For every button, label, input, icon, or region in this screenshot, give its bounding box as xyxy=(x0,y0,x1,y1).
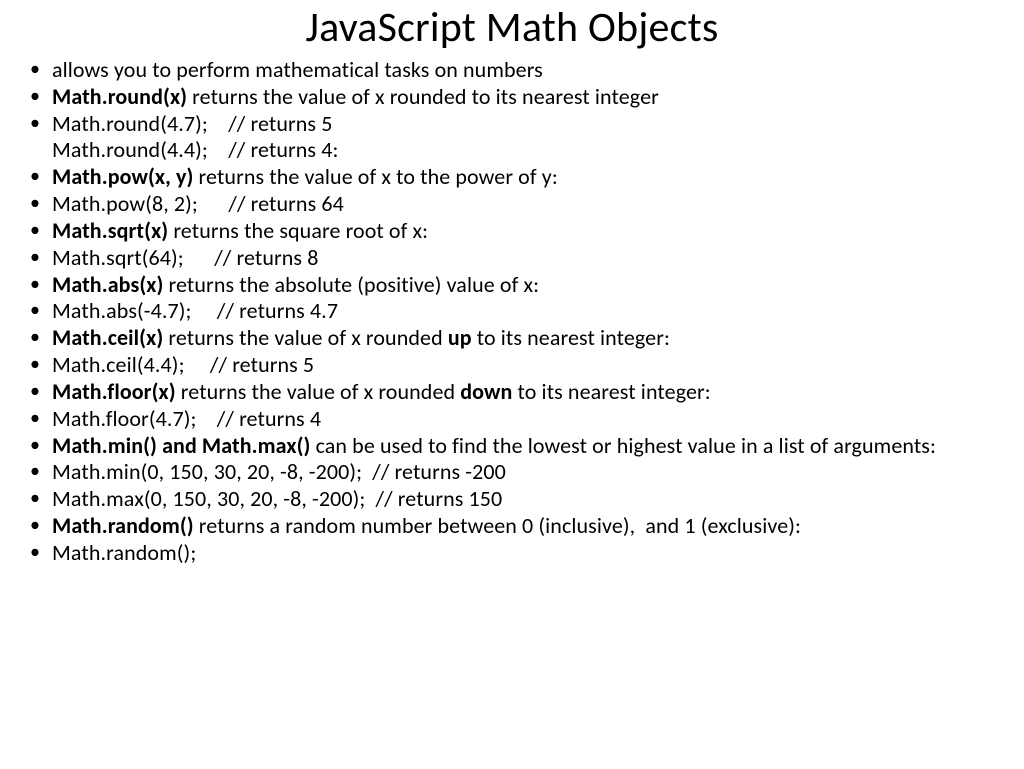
list-text: returns the value of x rounded xyxy=(176,378,461,405)
list-text-bold: up xyxy=(448,324,472,351)
list-text: can be used to find the lowest or highes… xyxy=(311,432,937,459)
list-item: Math.pow(8, 2); // returns 64 xyxy=(24,191,1006,218)
list-text-bold: Math.random() xyxy=(52,512,194,539)
list-text: returns the value of x rounded to its ne… xyxy=(187,83,659,110)
list-text: returns a random number between 0 (inclu… xyxy=(194,512,801,539)
list-text: Math.random(); xyxy=(52,539,196,566)
list-text: Math.round(4.7); // returns 5 xyxy=(52,110,332,137)
list-item: Math.sqrt(64); // returns 8 xyxy=(24,245,1006,272)
slide-title: JavaScript Math Objects xyxy=(18,2,1006,53)
list-item: Math.random() returns a random number be… xyxy=(24,513,1006,540)
list-item: allows you to perform mathematical tasks… xyxy=(24,57,1006,84)
list-text: allows you to perform mathematical tasks… xyxy=(52,56,543,83)
list-text: returns the value of x rounded xyxy=(163,324,448,351)
list-text: returns the value of x to the power of y… xyxy=(193,163,557,190)
list-text: Math.min(0, 150, 30, 20, -8, -200); // r… xyxy=(52,458,506,485)
list-item: Math.sqrt(x) returns the square root of … xyxy=(24,218,1006,245)
list-item: Math.min() and Math.max() can be used to… xyxy=(24,433,1006,460)
list-text-bold: Math.round(x) xyxy=(52,83,187,110)
bullet-list: allows you to perform mathematical tasks… xyxy=(24,57,1006,567)
list-text: Math.max(0, 150, 30, 20, -8, -200); // r… xyxy=(52,485,502,512)
list-text-bold: Math.ceil(x) xyxy=(52,324,163,351)
list-text-bold: Math.pow(x, y) xyxy=(52,163,193,190)
list-text: Math.floor(4.7); // returns 4 xyxy=(52,405,321,432)
list-text: Math.ceil(4.4); // returns 5 xyxy=(52,351,314,378)
list-text-bold: Math.min() and Math.max() xyxy=(52,432,311,459)
slide-content: JavaScript Math Objects allows you to pe… xyxy=(0,2,1024,769)
list-text: to its nearest integer: xyxy=(512,378,710,405)
list-text: to its nearest integer: xyxy=(472,324,670,351)
list-text-sub: Math.round(4.4); // returns 4: xyxy=(52,137,1006,164)
list-text: Math.pow(8, 2); // returns 64 xyxy=(52,190,344,217)
list-text-bold: Math.sqrt(x) xyxy=(52,217,168,244)
list-item: Math.floor(x) returns the value of x rou… xyxy=(24,379,1006,406)
list-item: Math.round(4.7); // returns 5 Math.round… xyxy=(24,111,1006,165)
list-text: Math.abs(-4.7); // returns 4.7 xyxy=(52,297,338,324)
list-item: Math.max(0, 150, 30, 20, -8, -200); // r… xyxy=(24,486,1006,513)
list-item: Math.floor(4.7); // returns 4 xyxy=(24,406,1006,433)
list-text: Math.sqrt(64); // returns 8 xyxy=(52,244,318,271)
list-item: Math.ceil(4.4); // returns 5 xyxy=(24,352,1006,379)
list-item: Math.pow(x, y) returns the value of x to… xyxy=(24,164,1006,191)
list-item: Math.abs(-4.7); // returns 4.7 xyxy=(24,298,1006,325)
list-text-bold: Math.abs(x) xyxy=(52,271,163,298)
list-text: returns the square root of x: xyxy=(168,217,428,244)
list-text-bold: down xyxy=(460,378,512,405)
list-text-bold: Math.floor(x) xyxy=(52,378,176,405)
list-item: Math.abs(x) returns the absolute (positi… xyxy=(24,272,1006,299)
list-item: Math.random(); xyxy=(24,540,1006,567)
list-item: Math.ceil(x) returns the value of x roun… xyxy=(24,325,1006,352)
list-text: returns the absolute (positive) value of… xyxy=(163,271,539,298)
list-item: Math.round(x) returns the value of x rou… xyxy=(24,84,1006,111)
list-item: Math.min(0, 150, 30, 20, -8, -200); // r… xyxy=(24,459,1006,486)
